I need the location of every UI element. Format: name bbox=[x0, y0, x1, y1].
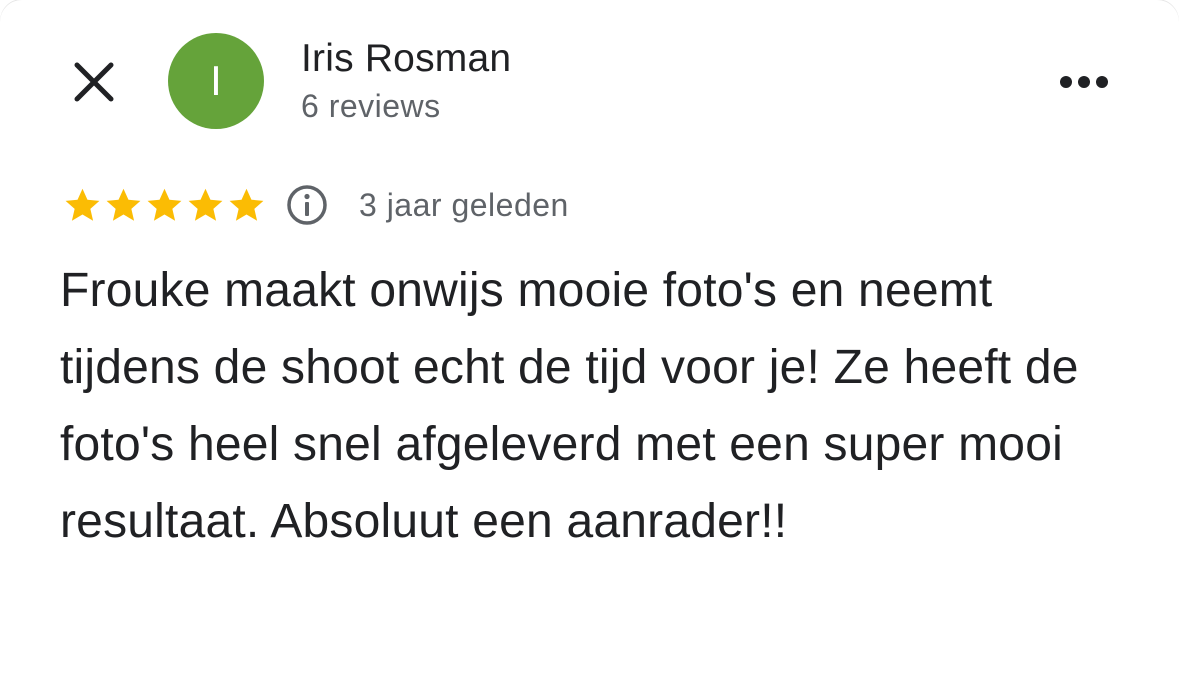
reviewer-name[interactable]: Iris Rosman bbox=[301, 37, 511, 81]
star-icon bbox=[188, 188, 223, 221]
close-icon bbox=[74, 62, 114, 102]
more-options-button[interactable] bbox=[1052, 62, 1116, 102]
star-icon bbox=[229, 188, 264, 221]
review-text: Frouke maakt onwijs mooie foto's en neem… bbox=[60, 264, 1079, 548]
reviewer-review-count: 6 reviews bbox=[301, 88, 441, 124]
more-horizontal-icon bbox=[1060, 76, 1108, 88]
avatar-initial: I bbox=[210, 57, 222, 104]
star-rating bbox=[62, 185, 267, 226]
star-icon bbox=[65, 188, 100, 221]
star-icon bbox=[147, 188, 182, 221]
avatar[interactable]: I bbox=[168, 33, 264, 129]
review-sheet: I Iris Rosman 6 reviews 3 jaar geleden F… bbox=[0, 0, 1179, 675]
info-icon bbox=[287, 185, 327, 225]
review-time: 3 jaar geleden bbox=[359, 186, 569, 223]
info-button[interactable] bbox=[285, 183, 329, 227]
star-icon bbox=[106, 188, 141, 221]
rating-row: 3 jaar geleden bbox=[62, 180, 569, 230]
close-button[interactable] bbox=[66, 54, 122, 110]
